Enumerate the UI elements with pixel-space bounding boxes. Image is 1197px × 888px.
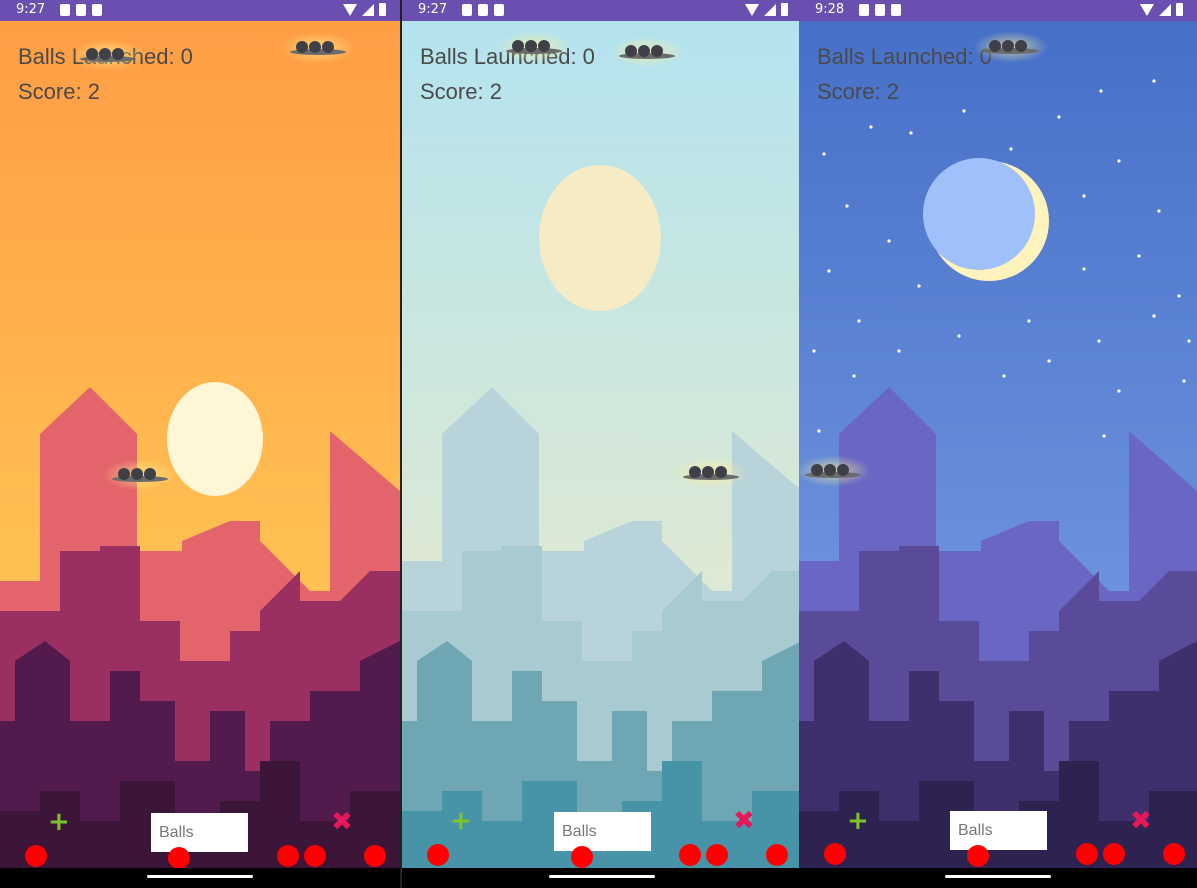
red-ball bbox=[679, 844, 701, 866]
home-handle[interactable] bbox=[549, 875, 655, 878]
sun bbox=[167, 382, 263, 496]
home-handle[interactable] bbox=[945, 875, 1051, 878]
balls-input[interactable] bbox=[950, 811, 1047, 850]
notification-icon bbox=[462, 4, 472, 16]
navigation-bar bbox=[402, 868, 802, 888]
shield-icon bbox=[76, 4, 86, 16]
red-ball bbox=[967, 845, 989, 867]
city-skyline-scene bbox=[0, 21, 400, 868]
ufo-icon bbox=[496, 31, 572, 63]
red-ball bbox=[364, 845, 386, 867]
red-ball bbox=[1163, 843, 1185, 865]
red-ball bbox=[1103, 843, 1125, 865]
moon bbox=[923, 158, 1035, 270]
wifi-icon bbox=[343, 3, 357, 16]
red-ball bbox=[168, 847, 190, 868]
status-time: 9:27 bbox=[16, 2, 46, 17]
balls-input[interactable] bbox=[151, 813, 248, 852]
status-time: 9:27 bbox=[418, 2, 448, 17]
ufo-icon bbox=[280, 32, 356, 64]
add-ball-button[interactable]: + bbox=[450, 806, 472, 836]
game-canvas[interactable]: Balls Launched: 0 Score: 2 + ✖ bbox=[799, 21, 1197, 868]
add-ball-button[interactable]: + bbox=[847, 806, 869, 836]
score-label: Score: 2 bbox=[817, 79, 899, 104]
clear-button[interactable]: ✖ bbox=[733, 806, 755, 836]
ufo-icon bbox=[973, 31, 1049, 63]
sd-card-icon bbox=[92, 4, 102, 16]
shield-icon bbox=[478, 4, 488, 16]
navigation-bar bbox=[799, 868, 1197, 888]
game-canvas[interactable]: Balls Launched: 0 Score: 2 + ✖ bbox=[402, 21, 802, 868]
signal-icon bbox=[1159, 3, 1171, 16]
red-ball bbox=[571, 846, 593, 868]
ufo-icon bbox=[673, 457, 749, 489]
clear-button[interactable]: ✖ bbox=[1130, 806, 1152, 836]
game-canvas[interactable]: Balls Launched: 0 Score: 2 + ✖ bbox=[0, 21, 400, 868]
battery-icon bbox=[781, 3, 788, 16]
wifi-icon bbox=[1140, 3, 1154, 16]
status-bar: 9:27 bbox=[0, 0, 400, 21]
red-ball bbox=[304, 845, 326, 867]
ufo-icon bbox=[609, 36, 685, 68]
ufo-icon bbox=[799, 455, 871, 487]
balls-launched-label: Balls Launched: 0 bbox=[817, 44, 992, 69]
score-label: Score: 2 bbox=[18, 79, 100, 104]
home-handle[interactable] bbox=[147, 875, 253, 878]
red-ball bbox=[824, 843, 846, 865]
score-label: Score: 2 bbox=[420, 79, 502, 104]
city-skyline-scene bbox=[799, 21, 1197, 868]
red-ball bbox=[427, 844, 449, 866]
notification-icon bbox=[859, 4, 869, 16]
city-skyline-scene bbox=[402, 21, 802, 868]
balls-input[interactable] bbox=[554, 812, 651, 851]
sun bbox=[539, 165, 661, 311]
game-panel-night: 9:28 Balls Launched: 0 Score: 2 + ✖ Ball… bbox=[799, 0, 1197, 888]
status-bar: 9:27 bbox=[402, 0, 802, 21]
sd-card-icon bbox=[891, 4, 901, 16]
battery-icon bbox=[379, 3, 386, 16]
red-ball bbox=[1076, 843, 1098, 865]
status-bar: 9:28 bbox=[799, 0, 1197, 21]
battery-icon bbox=[1176, 3, 1183, 16]
sd-card-icon bbox=[494, 4, 504, 16]
red-ball bbox=[277, 845, 299, 867]
signal-icon bbox=[764, 3, 776, 16]
red-ball bbox=[766, 844, 788, 866]
game-panel-day: 9:27 Balls Launched: 0 Score: 2 + ✖ bbox=[402, 0, 802, 888]
shield-icon bbox=[875, 4, 885, 16]
clear-button[interactable]: ✖ bbox=[331, 807, 353, 837]
ufo-icon bbox=[70, 39, 146, 71]
ufo-icon bbox=[102, 459, 178, 491]
wifi-icon bbox=[745, 3, 759, 16]
red-ball bbox=[25, 845, 47, 867]
notification-icon bbox=[60, 4, 70, 16]
add-ball-button[interactable]: + bbox=[48, 807, 70, 837]
status-time: 9:28 bbox=[815, 2, 845, 17]
red-ball bbox=[706, 844, 728, 866]
navigation-bar bbox=[0, 868, 400, 888]
signal-icon bbox=[362, 3, 374, 16]
game-panel-sunset: 9:27 Balls Launched: 0 Score: 2 + ✖ bbox=[0, 0, 400, 888]
